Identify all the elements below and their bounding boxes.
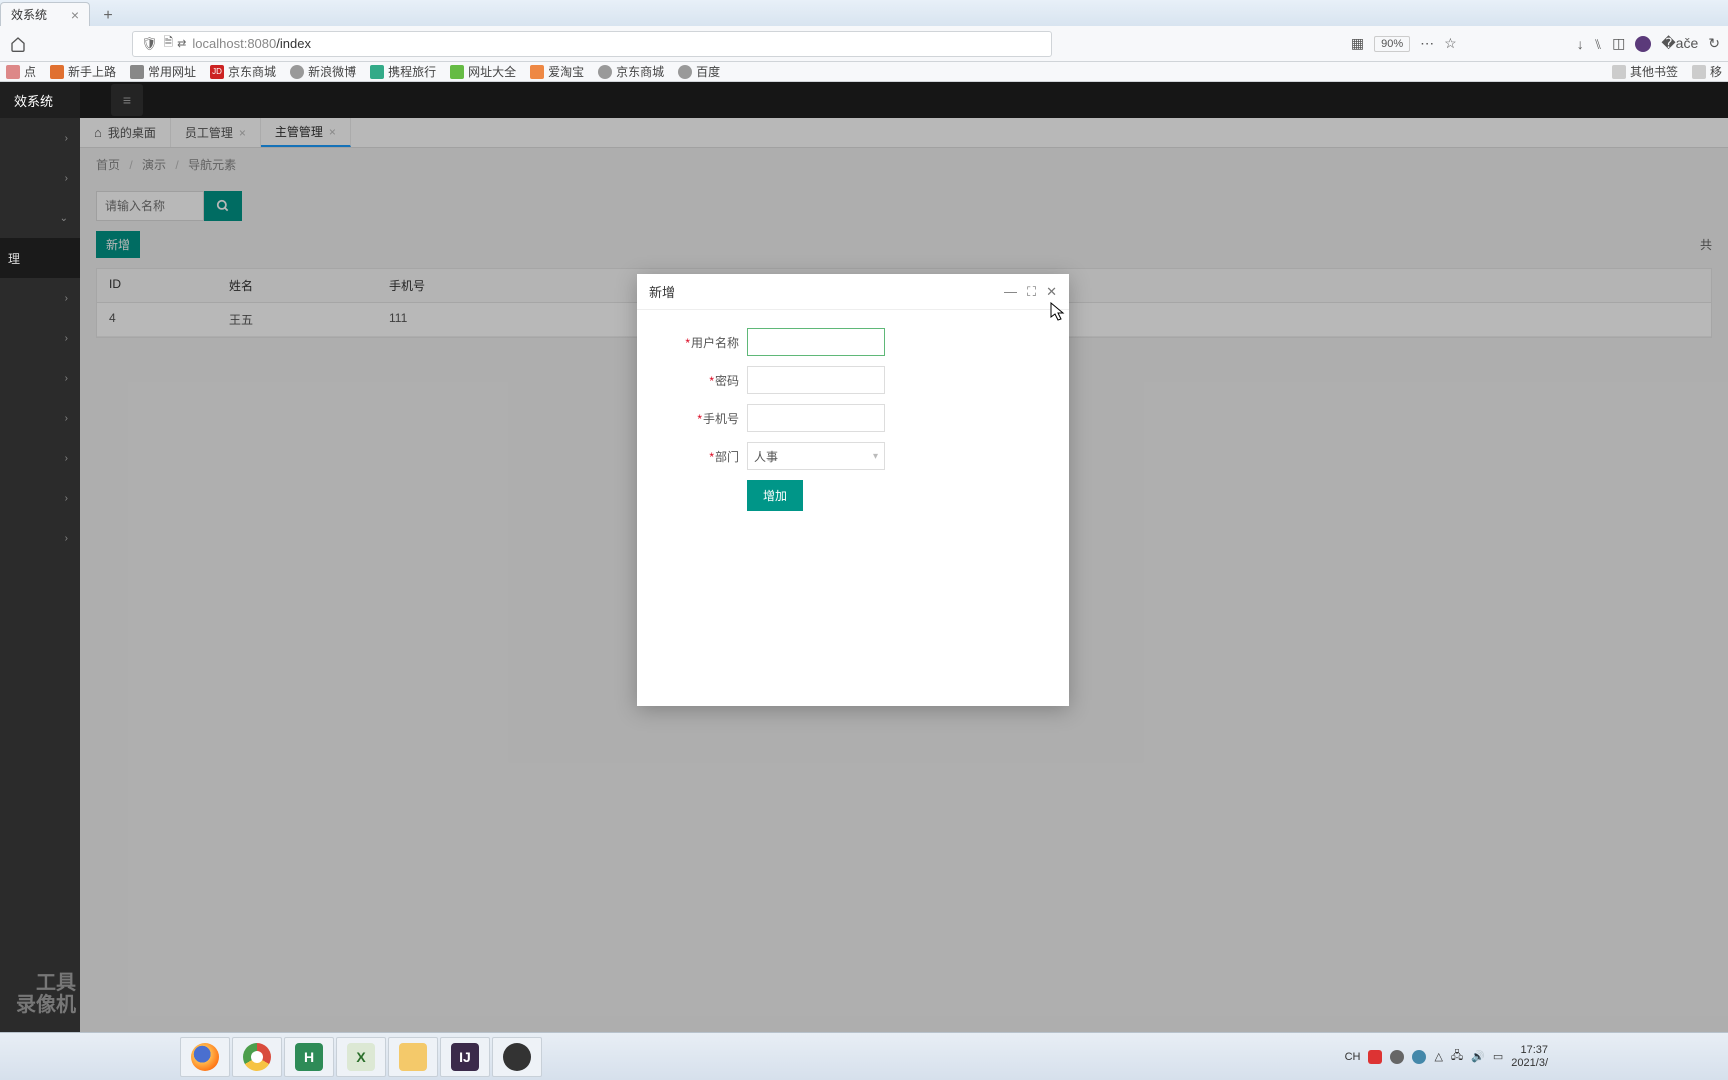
close-icon[interactable]: ×	[71, 7, 79, 23]
minimize-icon[interactable]: —	[1004, 284, 1017, 300]
bookmark-item[interactable]: JD京东商城	[210, 63, 276, 80]
bookmark-item[interactable]: 网址大全	[450, 63, 516, 80]
sidebar-item[interactable]: ›	[0, 278, 80, 318]
chevron-right-icon: ›	[65, 373, 68, 384]
chevron-right-icon: ›	[65, 453, 68, 464]
sidebar-watermark: 工具 录像机	[0, 956, 80, 1032]
sidebar-item[interactable]: ›	[0, 158, 80, 198]
mobile-bookmarks[interactable]: 移	[1692, 63, 1722, 80]
bookmarks-bar: 点 新手上路 常用网址 JD京东商城 新浪微博 携程旅行 网址大全 爱淘宝 京东…	[0, 62, 1728, 82]
bookmark-item[interactable]: 点	[6, 63, 36, 80]
downloads-icon[interactable]: ↓	[1577, 36, 1584, 52]
taskbar-app[interactable]	[492, 1037, 542, 1077]
page-info-icon: 🗎	[164, 33, 174, 54]
phone-label: *手机号	[667, 410, 739, 427]
dialog-title: 新增	[649, 282, 675, 301]
system-tray: CH △ 🖧 🔊 ▭ 17:37 2021/3/	[1345, 1044, 1548, 1068]
password-label: *密码	[667, 372, 739, 389]
bookmark-item[interactable]: 携程旅行	[370, 63, 436, 80]
bookmark-item[interactable]: 常用网址	[130, 63, 196, 80]
dialog-header: 新增 — ⛶ ✕	[637, 274, 1069, 310]
dept-select[interactable]: 人事 ▾	[747, 442, 885, 470]
profile-avatar[interactable]	[1635, 36, 1651, 52]
sidebar-icon[interactable]: ◫	[1612, 35, 1625, 52]
dialog-body: *用户名称 *密码 *手机号 *部门 人事 ▾	[637, 310, 1069, 539]
chevron-right-icon: ›	[65, 173, 68, 184]
taskbar-firefox[interactable]	[180, 1037, 230, 1077]
bookmark-item[interactable]: 新浪微博	[290, 63, 356, 80]
taskbar-excel[interactable]: X	[336, 1037, 386, 1077]
password-input[interactable]	[747, 366, 885, 394]
tray-icon[interactable]	[1412, 1050, 1426, 1064]
url-bar: 🛡 🗎 ⇄ localhost:8080/index ▦ 90% ⋯ ☆ ↓ ⑊…	[0, 26, 1728, 62]
new-tab-button[interactable]: +	[96, 6, 120, 26]
address-bar[interactable]: 🛡 🗎 ⇄ localhost:8080/index	[132, 31, 1052, 57]
refresh-icon[interactable]: ↻	[1708, 35, 1720, 52]
chevron-right-icon: ›	[65, 333, 68, 344]
browser-tab-strip: 效系统 × +	[0, 0, 1728, 26]
chevron-down-icon: ⌄	[60, 213, 68, 224]
dept-label: *部门	[667, 448, 739, 465]
shield-icon: 🛡	[141, 36, 158, 52]
chevron-right-icon: ›	[65, 293, 68, 304]
bookmark-star-icon[interactable]: ☆	[1444, 35, 1457, 52]
home-icon[interactable]	[8, 34, 28, 54]
add-dialog: 新增 — ⛶ ✕ *用户名称 *密码 *手机号	[637, 274, 1069, 706]
more-icon[interactable]: ⋯	[1420, 35, 1434, 52]
url-host: localhost	[192, 36, 243, 51]
taskbar-folder[interactable]	[388, 1037, 438, 1077]
volume-icon[interactable]: 🔊	[1471, 1050, 1485, 1063]
chevron-right-icon: ›	[65, 493, 68, 504]
action-center-icon[interactable]: ▭	[1493, 1050, 1503, 1063]
tray-icon[interactable]	[1368, 1050, 1382, 1064]
sidebar-item-active[interactable]: 理	[0, 238, 80, 278]
chevron-down-icon: ▾	[873, 451, 878, 462]
main-content: ⌂ 我的桌面 员工管理 × 主管管理 × 首页 / 演示 / 导航元素	[80, 82, 1728, 1032]
submit-button[interactable]: 增加	[747, 480, 803, 511]
chevron-right-icon: ›	[65, 533, 68, 544]
app-root: 效系统 ≡ › › ⌄ 理 › › › › › › › 工具 录像机 ⌂ 我的桌…	[0, 82, 1728, 1032]
taskbar: H X IJ CH △ 🖧 🔊 ▭ 17:37 2021/3/	[0, 1032, 1728, 1080]
taskbar-chrome[interactable]	[232, 1037, 282, 1077]
phone-input[interactable]	[747, 404, 885, 432]
bookmark-item[interactable]: 京东商城	[598, 63, 664, 80]
ime-indicator[interactable]: CH	[1345, 1051, 1361, 1063]
sidebar-item[interactable]: ›	[0, 518, 80, 558]
zoom-level[interactable]: 90%	[1374, 36, 1410, 52]
sidebar-item[interactable]: ›	[0, 318, 80, 358]
browser-tab[interactable]: 效系统 ×	[0, 2, 90, 26]
sidebar-item[interactable]: ›	[0, 358, 80, 398]
other-bookmarks[interactable]: 其他书签	[1612, 63, 1678, 80]
bookmark-item[interactable]: 新手上路	[50, 63, 116, 80]
chevron-right-icon: ›	[65, 133, 68, 144]
taskbar-intellij[interactable]: IJ	[440, 1037, 490, 1077]
url-port: :8080	[244, 36, 277, 51]
network-icon[interactable]: 🖧	[1451, 1047, 1463, 1066]
connection-icon: ⇄	[177, 37, 186, 50]
library-icon[interactable]: ⑊	[1594, 36, 1602, 52]
username-label: *用户名称	[667, 334, 739, 351]
sidebar: › › ⌄ 理 › › › › › › › 工具 录像机	[0, 82, 80, 1032]
sidebar-item[interactable]: ⌄	[0, 198, 80, 238]
username-input[interactable]	[747, 328, 885, 356]
tray-icon[interactable]	[1390, 1050, 1404, 1064]
sidebar-item[interactable]: ›	[0, 398, 80, 438]
app-title: 效系统	[0, 91, 67, 110]
url-path: /index	[276, 36, 311, 51]
extensions-icon[interactable]: �ače	[1661, 35, 1698, 52]
tray-chevron-icon[interactable]: △	[1434, 1050, 1442, 1063]
qr-icon[interactable]: ▦	[1351, 35, 1364, 52]
sidebar-item[interactable]: ›	[0, 118, 80, 158]
clock[interactable]: 17:37 2021/3/	[1511, 1044, 1548, 1068]
sidebar-item[interactable]: ›	[0, 478, 80, 518]
chevron-right-icon: ›	[65, 413, 68, 424]
sidebar-item[interactable]: ›	[0, 438, 80, 478]
maximize-icon[interactable]: ⛶	[1027, 284, 1036, 300]
bookmark-item[interactable]: 爱淘宝	[530, 63, 584, 80]
tab-title: 效系统	[11, 6, 47, 23]
bookmark-item[interactable]: 百度	[678, 63, 720, 80]
taskbar-hbuilder[interactable]: H	[284, 1037, 334, 1077]
close-icon[interactable]: ✕	[1046, 284, 1057, 300]
